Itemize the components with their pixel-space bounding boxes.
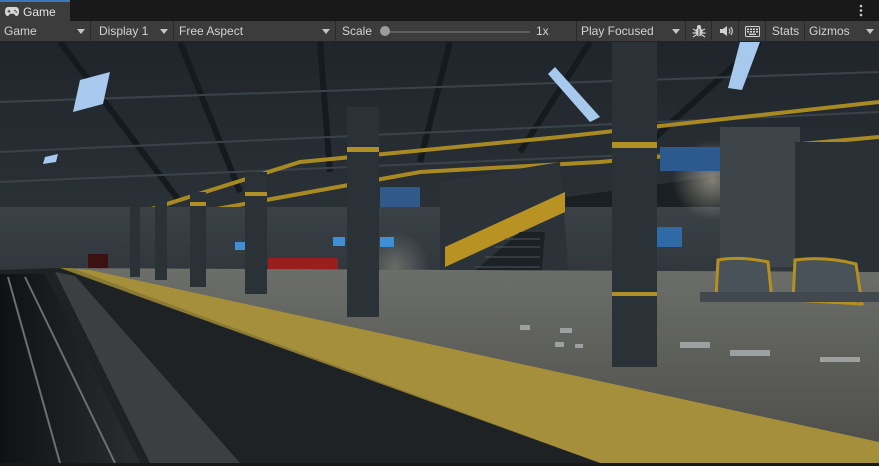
stats-button[interactable]: Stats <box>767 21 805 41</box>
view-mode-dropdown[interactable]: Game <box>0 21 91 41</box>
debug-button[interactable] <box>687 21 712 41</box>
gizmos-button[interactable]: Gizmos <box>806 21 857 41</box>
gamepad-icon <box>5 7 19 16</box>
tab-game[interactable]: Game <box>0 0 70 21</box>
audio-icon <box>719 26 733 36</box>
aspect-label: Free Aspect <box>179 24 244 38</box>
display-dropdown[interactable]: Display 1 <box>95 21 174 41</box>
scale-label: Scale <box>342 24 373 38</box>
game-viewport[interactable] <box>0 42 879 463</box>
keyboard-icon <box>745 25 760 37</box>
chevron-down-icon <box>866 29 874 34</box>
gizmos-label: Gizmos <box>809 24 850 38</box>
play-mode-label: Play Focused <box>581 24 654 38</box>
bug-icon <box>692 25 706 38</box>
audio-mute-button[interactable] <box>713 21 739 41</box>
gizmos-dropdown[interactable] <box>857 21 879 41</box>
scale-value: 1x <box>536 24 549 38</box>
chevron-down-icon <box>672 29 680 34</box>
chevron-down-icon <box>160 29 168 34</box>
display-label: Display 1 <box>99 24 149 38</box>
scale-slider-thumb[interactable] <box>380 26 390 36</box>
tab-title: Game <box>23 4 56 19</box>
stats-label: Stats <box>771 24 800 38</box>
more-options-icon[interactable] <box>858 4 864 17</box>
shortcuts-button[interactable] <box>740 21 766 41</box>
chevron-down-icon <box>77 29 85 34</box>
aspect-dropdown[interactable]: Free Aspect <box>175 21 336 41</box>
scale-slider-track[interactable] <box>386 31 530 33</box>
subway-station-scene <box>0 42 879 463</box>
tab-bar: Game <box>0 0 879 21</box>
view-mode-label: Game <box>4 24 37 38</box>
chevron-down-icon <box>322 29 330 34</box>
play-mode-dropdown[interactable]: Play Focused <box>577 21 686 41</box>
